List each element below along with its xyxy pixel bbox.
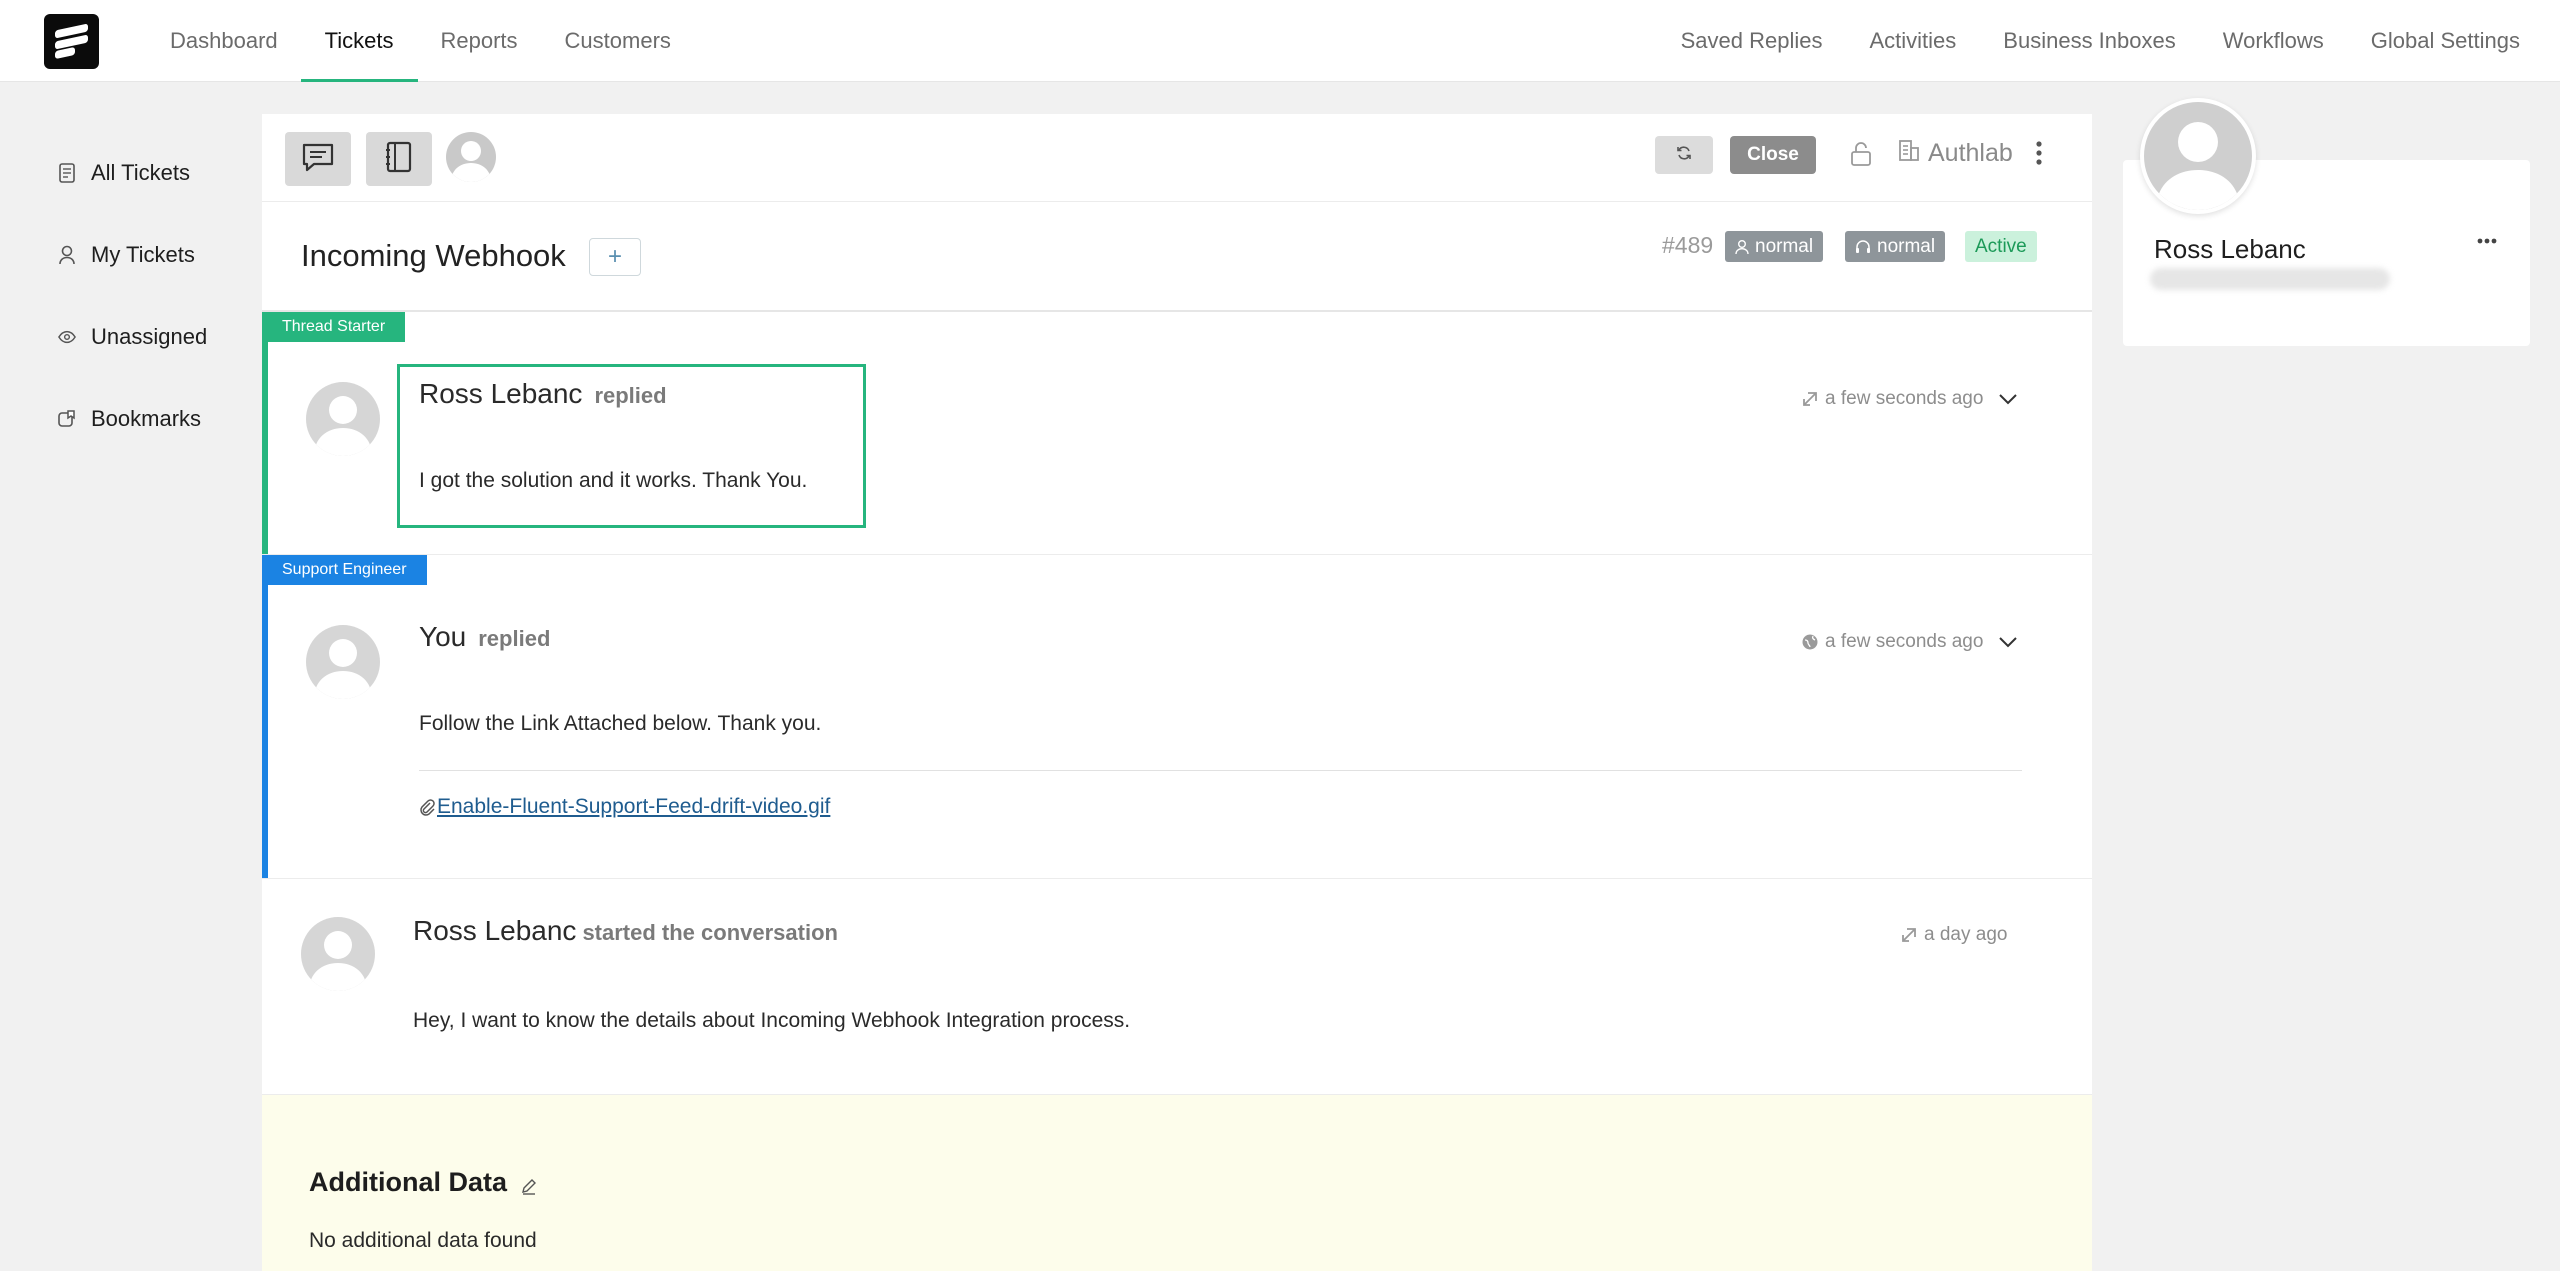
edit-icon[interactable] (520, 1177, 538, 1200)
ticket-id: #489 (1662, 232, 1714, 258)
headset-icon (1855, 239, 1871, 255)
document-icon (58, 163, 76, 183)
sidebar-item-all-tickets[interactable]: All Tickets (58, 132, 258, 214)
thread-indicator (262, 312, 268, 554)
customer-name: Ross Lebanc (2154, 234, 2306, 264)
sidebar-item-label: Bookmarks (91, 406, 202, 431)
reply-body: Hey, I want to know the details about In… (413, 1009, 1131, 1032)
reply-verb: replied (478, 626, 551, 651)
reply-verb: started the conversation (582, 920, 838, 945)
sidebar-item-label: All Tickets (91, 160, 191, 185)
avatar (306, 625, 380, 699)
time-label: a few seconds ago (1825, 631, 1984, 652)
nav-global-settings[interactable]: Global Settings (2371, 0, 2520, 82)
thread-item: Support Engineer You replied Follow the … (262, 555, 2092, 879)
user-icon (1735, 239, 1749, 255)
refresh-icon (1676, 145, 1692, 166)
bookmark-icon (58, 409, 76, 429)
building-icon (1898, 138, 1928, 169)
sidebar-item-unassigned[interactable]: Unassigned (58, 296, 258, 378)
more-options-icon[interactable] (2035, 140, 2043, 171)
nav-reports[interactable]: Reports (441, 0, 518, 82)
settings-nav: Saved Replies Activities Business Inboxe… (1634, 0, 2520, 82)
reply-time: a few seconds ago (1801, 388, 1983, 410)
chat-icon (301, 142, 335, 177)
eye-icon (58, 327, 76, 347)
additional-data-empty: No additional data found (309, 1229, 537, 1252)
attachment-filename[interactable]: Enable-Fluent-Support-Feed-drift-video.g… (437, 795, 830, 819)
ticket-toolbar: Close Authlab (262, 114, 2092, 202)
chevron-down-icon[interactable] (1998, 635, 2018, 654)
sidebar-item-label: Unassigned (91, 324, 208, 349)
close-ticket-button[interactable]: Close (1730, 136, 1816, 174)
globe-icon (1801, 633, 1825, 651)
reply-time: a few seconds ago (1801, 631, 1983, 653)
conversation-view-button[interactable] (285, 132, 351, 186)
agent-priority-badge: normal (1845, 231, 1946, 262)
notebook-icon (385, 141, 413, 178)
author-name: Ross Lebanc (413, 915, 577, 946)
main-nav: Dashboard Tickets Reports Customers (170, 0, 718, 82)
attachment-link[interactable]: Enable-Fluent-Support-Feed-drift-video.g… (419, 795, 830, 819)
customer-email-redacted (2150, 268, 2390, 290)
ticket-header: Incoming Webhook + #489 normal normal Ac… (262, 202, 2092, 312)
more-horizontal-icon[interactable] (2477, 232, 2497, 250)
thread-item: Ross Lebanc started the conversation Hey… (262, 879, 2092, 1094)
sidebar-item-bookmarks[interactable]: Bookmarks (58, 378, 258, 460)
reply-author: Ross Lebanc replied (419, 378, 667, 410)
thread-indicator (262, 555, 268, 878)
additional-data-heading: Additional Data (309, 1167, 508, 1197)
email-source-icon (1801, 390, 1825, 408)
status-badge: Active (1965, 231, 2037, 262)
nav-saved-replies[interactable]: Saved Replies (1681, 0, 1823, 82)
paperclip-icon (419, 798, 435, 816)
thread-item: Thread Starter Ross Lebanc replied I got… (262, 312, 2092, 555)
support-engineer-tag: Support Engineer (262, 555, 427, 585)
time-label: a few seconds ago (1825, 388, 1984, 409)
reply-verb: replied (594, 383, 667, 408)
ticket-title: Incoming Webhook (301, 238, 566, 273)
agent-priority-label: normal (1877, 235, 1936, 257)
notes-view-button[interactable] (366, 132, 432, 186)
email-source-icon (1900, 926, 1924, 944)
customer-priority-label: normal (1755, 235, 1814, 257)
nav-dashboard[interactable]: Dashboard (170, 0, 278, 82)
business-inbox-selector[interactable]: Authlab (1898, 138, 2013, 169)
additional-data-section: Additional Data No additional data found (262, 1094, 2092, 1271)
avatar (306, 382, 380, 456)
reply-body: Follow the Link Attached below. Thank yo… (419, 712, 822, 735)
refresh-button[interactable] (1655, 136, 1713, 174)
reply-body: I got the solution and it works. Thank Y… (419, 469, 808, 492)
ticket-sidebar: All Tickets My Tickets Unassigned Bookma… (58, 132, 258, 460)
add-tag-button[interactable]: + (589, 238, 641, 276)
customer-priority-badge: normal (1725, 231, 1824, 262)
sidebar-item-my-tickets[interactable]: My Tickets (58, 214, 258, 296)
thread-starter-tag: Thread Starter (262, 312, 406, 342)
nav-business-inboxes[interactable]: Business Inboxes (2003, 0, 2175, 82)
assignee-avatar[interactable] (446, 132, 496, 182)
reply-time: a day ago (1900, 924, 2007, 946)
nav-workflows[interactable]: Workflows (2223, 0, 2324, 82)
nav-customers[interactable]: Customers (565, 0, 671, 82)
top-navigation: Dashboard Tickets Reports Customers Save… (0, 0, 2560, 82)
user-icon (58, 245, 76, 265)
time-label: a day ago (1924, 924, 2008, 945)
customer-avatar (2140, 98, 2256, 214)
lock-icon[interactable] (1850, 142, 1872, 171)
avatar (301, 917, 375, 991)
nav-tickets[interactable]: Tickets (300, 0, 418, 82)
reply-author: Ross Lebanc started the conversation (413, 915, 838, 947)
sidebar-item-label: My Tickets (91, 242, 195, 267)
author-name: You (419, 621, 467, 652)
ticket-panel: Close Authlab Incoming Webhook + #489 no… (262, 114, 2092, 1271)
app-logo[interactable] (44, 14, 99, 69)
business-name: Authlab (1928, 139, 2013, 167)
nav-activities[interactable]: Activities (1870, 0, 1957, 82)
attachment-divider (419, 770, 2022, 771)
author-name: Ross Lebanc (419, 378, 583, 409)
reply-author: You replied (419, 621, 550, 653)
chevron-down-icon[interactable] (1998, 392, 2018, 411)
